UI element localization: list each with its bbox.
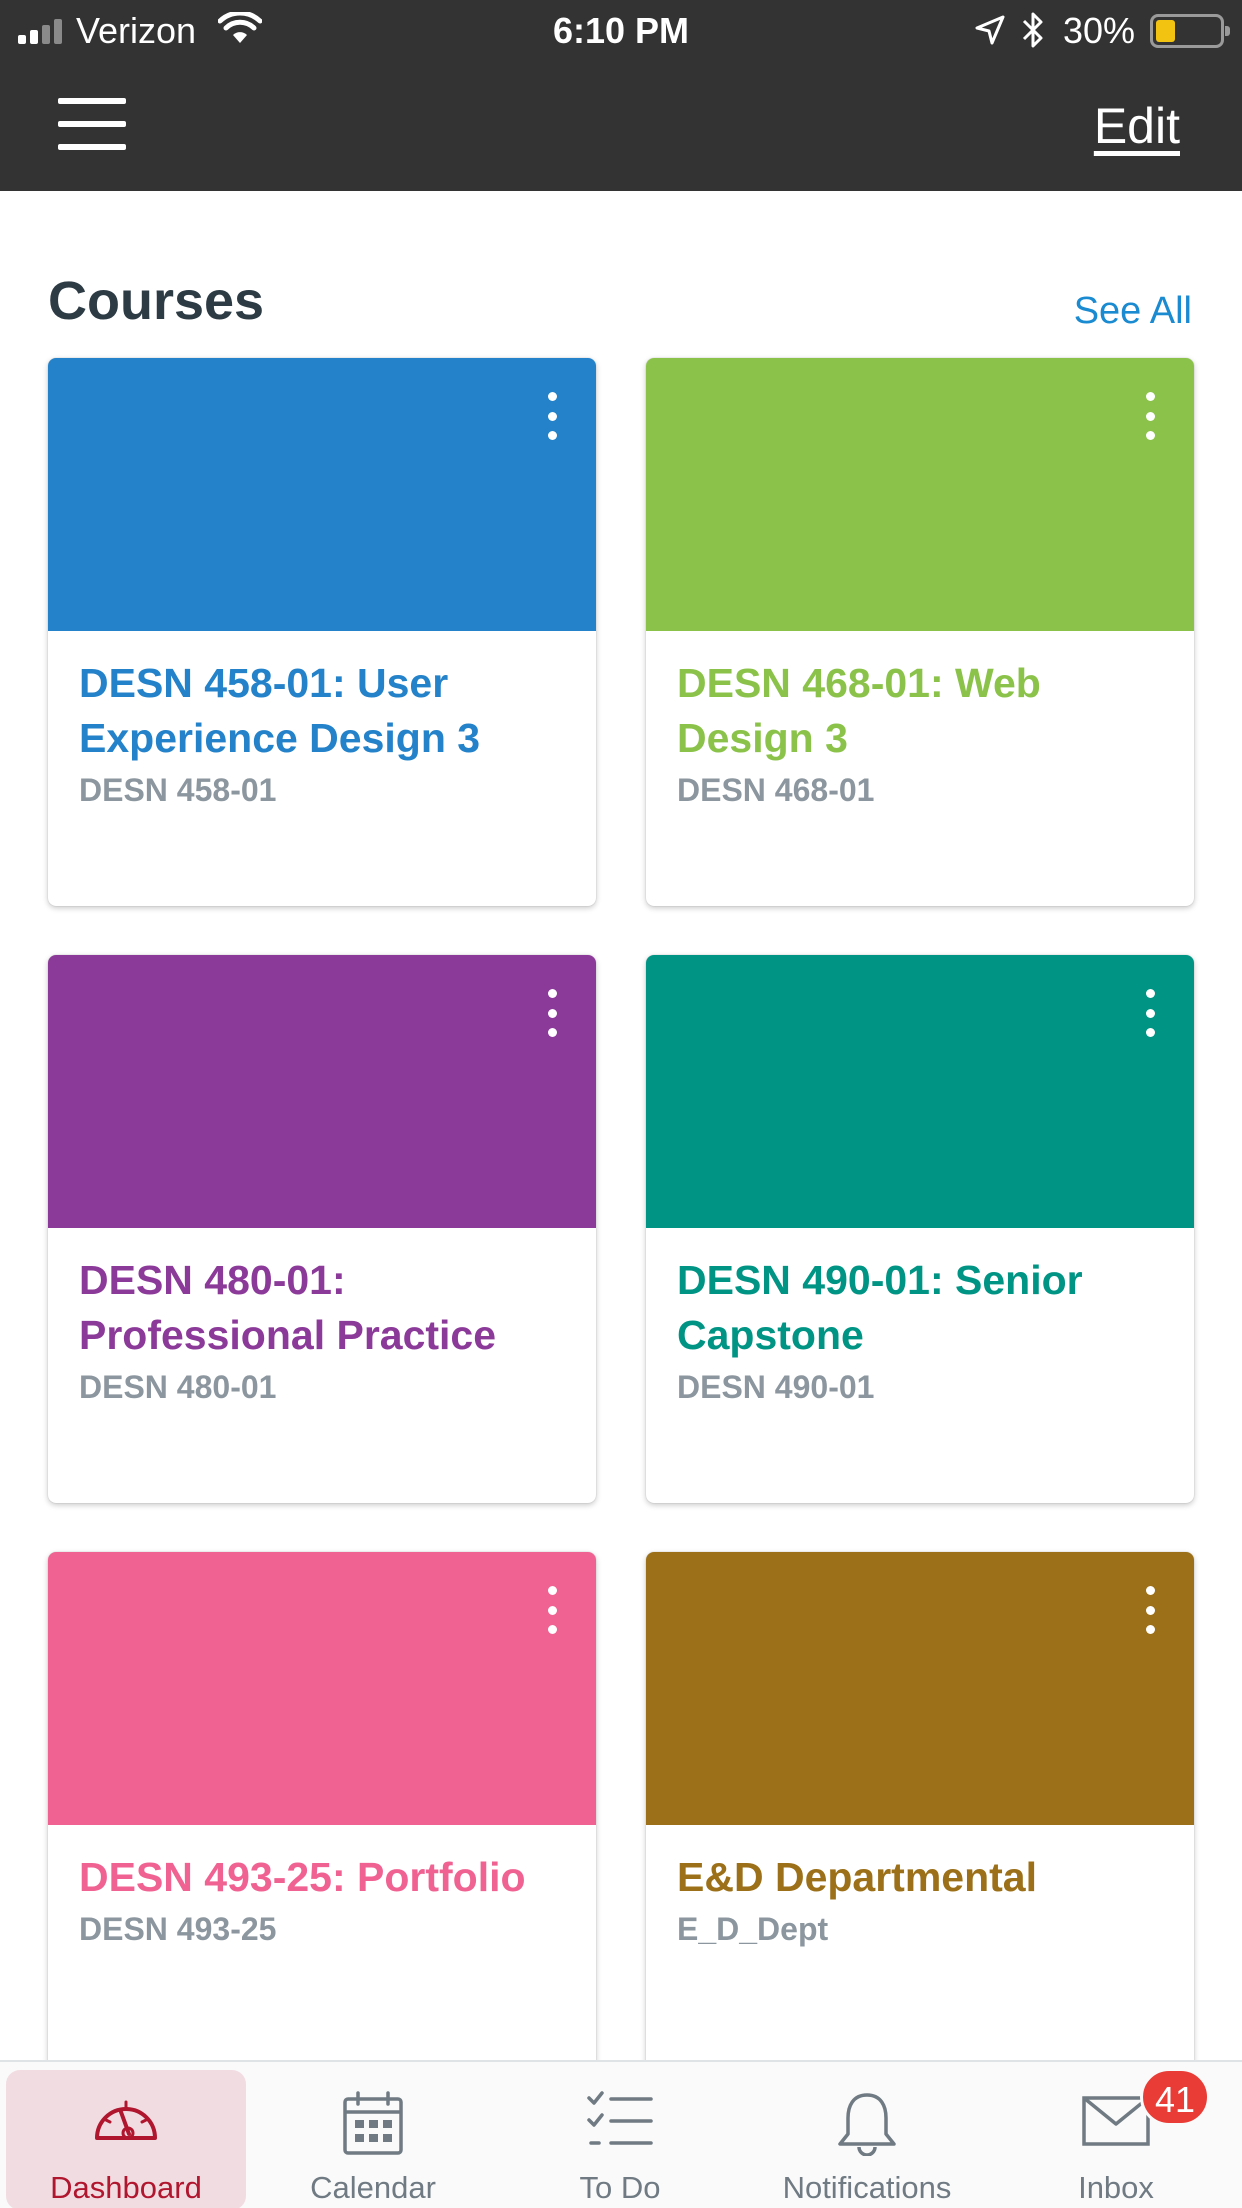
- battery-fill: [1156, 20, 1175, 42]
- battery-icon: [1150, 14, 1230, 48]
- edit-button[interactable]: Edit: [1094, 98, 1180, 154]
- more-options-icon[interactable]: [544, 392, 560, 440]
- tab-label: Notifications: [782, 2170, 952, 2205]
- course-code: DESN 493-25: [79, 1911, 277, 1947]
- todo-icon: [587, 2091, 653, 2145]
- course-card-banner: [48, 358, 596, 631]
- tab-notifications[interactable]: Notifications: [747, 2070, 987, 2208]
- course-card-banner: [646, 358, 1194, 631]
- more-options-icon[interactable]: [1142, 989, 1158, 1037]
- course-name: E&D Departmental: [677, 1854, 1037, 1900]
- course-name: DESN 493-25: Portfolio: [79, 1854, 526, 1900]
- tab-label: Dashboard: [50, 2170, 202, 2205]
- status-bar: Verizon 6:10 PM 30%: [0, 0, 1242, 62]
- see-all-link[interactable]: See All: [1074, 288, 1192, 334]
- course-code: DESN 490-01: [677, 1369, 875, 1405]
- course-card-banner: [48, 1552, 596, 1825]
- course-name: DESN 458-01: User Experience Design 3: [79, 660, 481, 761]
- tab-to-do[interactable]: To Do: [500, 2070, 740, 2208]
- course-name: DESN 480-01: Professional Practice: [79, 1257, 497, 1358]
- course-code: DESN 468-01: [677, 772, 875, 808]
- tab-label: Inbox: [1078, 2170, 1154, 2205]
- courses-title: Courses: [48, 271, 265, 331]
- course-card[interactable]: DESN 480-01: Professional Practice DESN …: [48, 955, 596, 1503]
- hamburger-menu-icon[interactable]: [58, 98, 126, 150]
- inbox-unread-badge: 41: [1140, 2068, 1210, 2126]
- course-code: E_D_Dept: [677, 1911, 829, 1947]
- course-card[interactable]: DESN 458-01: User Experience Design 3 DE…: [48, 358, 596, 906]
- course-card[interactable]: DESN 493-25: Portfolio DESN 493-25: [48, 1552, 596, 2100]
- course-card[interactable]: E&D Departmental E_D_Dept: [646, 1552, 1194, 2100]
- tab-calendar[interactable]: Calendar: [253, 2070, 493, 2208]
- more-options-icon[interactable]: [544, 989, 560, 1037]
- tab-label: To Do: [579, 2170, 661, 2205]
- bluetooth-icon: [1022, 12, 1043, 48]
- course-card[interactable]: DESN 468-01: Web Design 3 DESN 468-01: [646, 358, 1194, 906]
- course-code: DESN 458-01: [79, 772, 277, 808]
- bottom-tab-bar: Dashboard Calendar To Do Notifications I…: [0, 2060, 1242, 2208]
- tab-dashboard[interactable]: Dashboard: [6, 2070, 246, 2208]
- more-options-icon[interactable]: [1142, 392, 1158, 440]
- bell-icon: [838, 2093, 896, 2156]
- tab-label: Calendar: [310, 2170, 436, 2205]
- course-name: DESN 490-01: Senior Capstone: [677, 1257, 1083, 1358]
- more-options-icon[interactable]: [1142, 1586, 1158, 1634]
- status-time: 6:10 PM: [552, 10, 690, 51]
- calendar-icon: [343, 2091, 403, 2155]
- course-card-banner: [646, 955, 1194, 1228]
- course-card[interactable]: DESN 490-01: Senior Capstone DESN 490-01: [646, 955, 1194, 1503]
- more-options-icon[interactable]: [544, 1586, 560, 1634]
- course-card-banner: [48, 955, 596, 1228]
- location-arrow-icon: [975, 15, 1005, 45]
- top-bar: Verizon 6:10 PM 30% Edit: [0, 0, 1242, 191]
- course-name: DESN 468-01: Web Design 3: [677, 660, 1041, 761]
- course-code: DESN 480-01: [79, 1369, 277, 1405]
- course-card-banner: [646, 1552, 1194, 1825]
- battery-percent: 30%: [1063, 10, 1136, 51]
- dashboard-icon: [95, 2100, 157, 2140]
